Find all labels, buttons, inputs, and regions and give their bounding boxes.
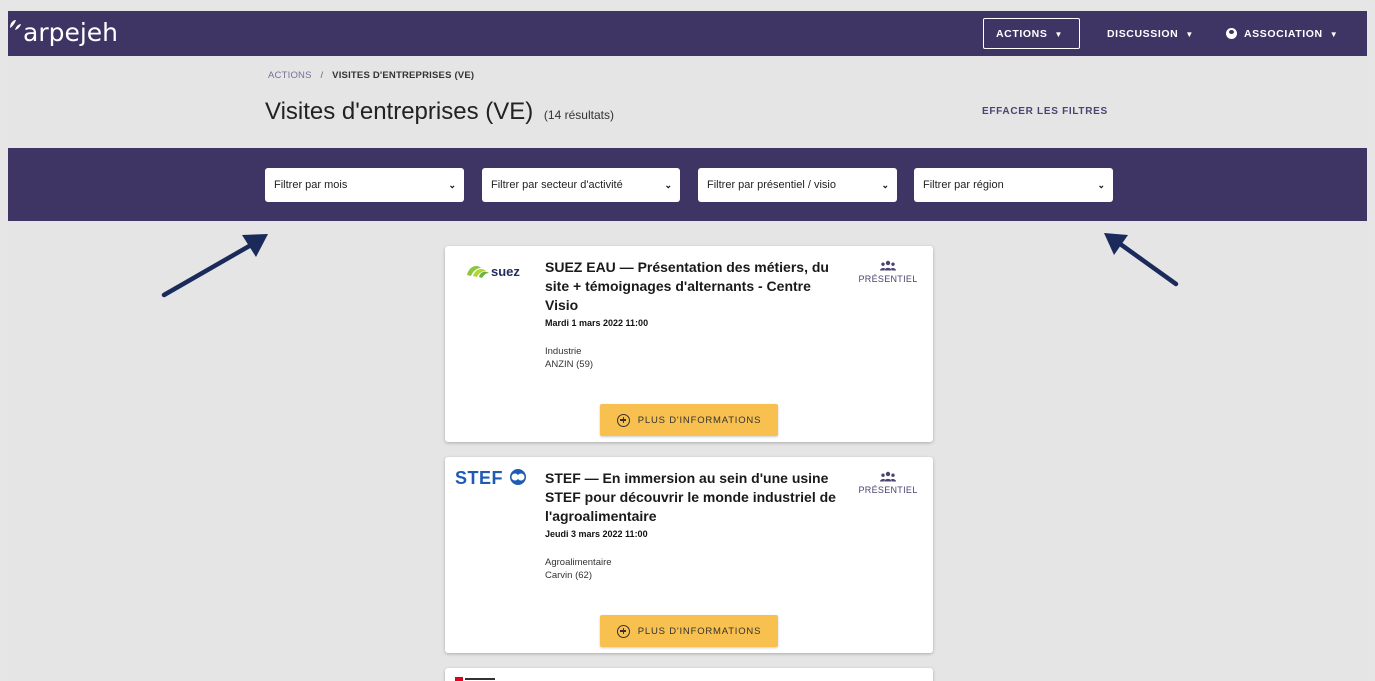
chevron-down-icon: ⌄ bbox=[881, 179, 889, 190]
company-logo bbox=[455, 677, 495, 681]
event-date: Mardi 1 mars 2022 11:00 bbox=[545, 318, 649, 328]
filter-month-select[interactable]: Filtrer par mois ⌄ bbox=[265, 168, 464, 202]
association-menu-label: ASSOCIATION bbox=[1244, 27, 1323, 40]
add-circle-icon bbox=[616, 413, 630, 427]
event-location: ANZIN (59) bbox=[545, 359, 594, 370]
breadcrumb: ACTIONS / VISITES D'ENTREPRISES (VE) bbox=[268, 70, 474, 81]
filter-mode-select[interactable]: Filtrer par présentiel / visio ⌄ bbox=[698, 168, 897, 202]
add-circle-icon bbox=[616, 624, 630, 638]
event-title: STEF — En immersion au sein d'une usine … bbox=[545, 469, 845, 540]
event-location: Carvin (62) bbox=[545, 570, 592, 581]
event-title-text: SUEZ EAU — Présentation des métiers, du … bbox=[545, 259, 829, 313]
stef-logo: STEF bbox=[455, 468, 526, 488]
filter-month-label: Filtrer par mois bbox=[274, 179, 348, 191]
filter-region-select[interactable]: Filtrer par région ⌄ bbox=[914, 168, 1113, 202]
association-menu-button[interactable]: ASSOCIATION ▼ bbox=[1214, 18, 1350, 49]
filter-sector-label: Filtrer par secteur d'activité bbox=[491, 179, 623, 191]
breadcrumb-actions-link[interactable]: ACTIONS bbox=[268, 70, 312, 81]
discussion-menu-label: DISCUSSION bbox=[1107, 27, 1179, 40]
more-info-button[interactable]: PLUS D'INFORMATIONS bbox=[600, 404, 778, 436]
breadcrumb-separator: / bbox=[320, 70, 324, 81]
breadcrumb-current: VISITES D'ENTREPRISES (VE) bbox=[332, 70, 475, 81]
discussion-menu-button[interactable]: DISCUSSION ▼ bbox=[1095, 18, 1206, 49]
chevron-down-icon: ⌄ bbox=[448, 179, 456, 190]
chevron-down-icon: ⌄ bbox=[664, 179, 672, 190]
actions-menu-button[interactable]: ACTIONS ▼ bbox=[983, 18, 1080, 49]
actions-menu-label: ACTIONS bbox=[996, 27, 1048, 40]
filter-bar: Filtrer par mois ⌄ Filtrer par secteur d… bbox=[8, 148, 1367, 221]
event-card: STEF STEF — En immersion au sein d'une u… bbox=[445, 457, 933, 653]
caret-down-icon: ▼ bbox=[1054, 30, 1063, 39]
more-info-label: PLUS D'INFORMATIONS bbox=[637, 414, 762, 426]
event-sector: Industrie bbox=[545, 346, 582, 357]
event-title-text: STEF — En immersion au sein d'une usine … bbox=[545, 470, 836, 524]
annotation-arrow-left-icon bbox=[161, 234, 268, 298]
more-info-button[interactable]: PLUS D'INFORMATIONS bbox=[600, 615, 778, 647]
suez-logo-text: suez bbox=[491, 264, 520, 279]
filter-mode-label: Filtrer par présentiel / visio bbox=[707, 179, 836, 191]
event-mode-label: PRÉSENTIEL bbox=[858, 274, 918, 284]
page-title-text: Visites d'entreprises (VE) bbox=[265, 98, 534, 125]
more-info-label: PLUS D'INFORMATIONS bbox=[637, 625, 762, 637]
annotation-arrow-right-icon bbox=[1104, 233, 1179, 287]
caret-down-icon: ▼ bbox=[1185, 30, 1194, 39]
arpejeh-logo[interactable]: arpejeh bbox=[8, 13, 118, 51]
event-title: SUEZ EAU — Présentation des métiers, du … bbox=[545, 258, 845, 329]
page-title: Visites d'entreprises (VE) (14 résultats… bbox=[265, 98, 614, 126]
suez-logo: suez bbox=[467, 264, 520, 279]
clear-filters-link[interactable]: EFFACER LES FILTRES bbox=[982, 106, 1108, 117]
logo-text: arpejeh bbox=[23, 17, 119, 47]
event-card: suez SUEZ EAU — Présentation des métiers… bbox=[445, 246, 933, 442]
user-circle-icon bbox=[1226, 28, 1237, 39]
event-sector: Agroalimentaire bbox=[545, 557, 612, 568]
top-navbar: arpejeh ACTIONS ▼ DISCUSSION ▼ ASSOCIATI… bbox=[8, 11, 1367, 56]
group-people-icon bbox=[880, 471, 896, 482]
chevron-down-icon: ⌄ bbox=[1097, 179, 1105, 190]
filter-region-label: Filtrer par région bbox=[923, 179, 1004, 191]
event-mode: PRÉSENTIEL bbox=[853, 471, 923, 495]
event-meta: Agroalimentaire Carvin (62) bbox=[545, 556, 612, 582]
event-date: Jeudi 3 mars 2022 11:00 bbox=[545, 529, 648, 539]
stef-logo-text: STEF bbox=[455, 468, 503, 488]
group-people-icon bbox=[880, 260, 896, 271]
result-count: (14 résultats) bbox=[543, 108, 614, 122]
filter-sector-select[interactable]: Filtrer par secteur d'activité ⌄ bbox=[482, 168, 680, 202]
event-mode: PRÉSENTIEL bbox=[853, 260, 923, 284]
caret-down-icon: ▼ bbox=[1329, 30, 1339, 39]
page-frame: arpejeh ACTIONS ▼ DISCUSSION ▼ ASSOCIATI… bbox=[8, 11, 1367, 681]
event-card bbox=[445, 668, 933, 681]
event-mode-label: PRÉSENTIEL bbox=[858, 485, 918, 495]
logo-mark-icon bbox=[10, 20, 21, 30]
event-meta: Industrie ANZIN (59) bbox=[545, 345, 593, 371]
